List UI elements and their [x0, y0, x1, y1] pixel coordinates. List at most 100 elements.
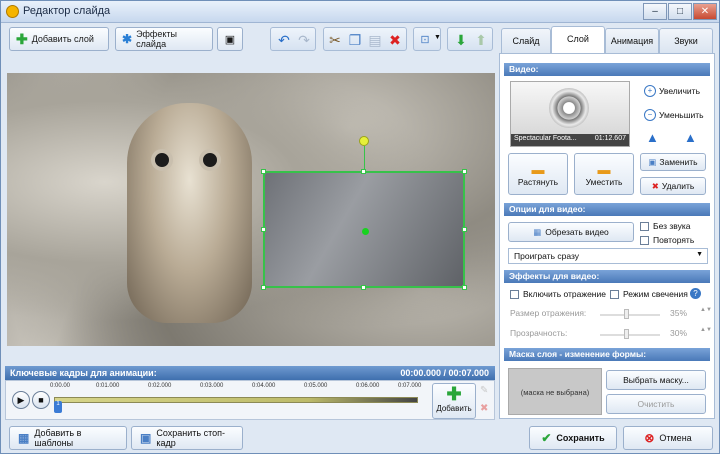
cancel-button[interactable]: ⊗ Отмена	[623, 426, 713, 450]
save-frame-label: Сохранить стоп-кадр	[156, 428, 225, 448]
mask-preview: (маска не выбрана)	[508, 368, 602, 415]
video-section-header: Видео:	[504, 63, 710, 76]
resize-handle-br[interactable]	[462, 285, 467, 290]
video-thumbnail: Spectacular Foota... 01:12.607	[510, 81, 630, 147]
zoom-in-link[interactable]: + Увеличить	[644, 85, 700, 97]
delete-button[interactable]: ✖ Удалить	[640, 177, 706, 195]
delete-keyframe-icon[interactable]: ✖	[480, 403, 488, 414]
maximize-icon[interactable]: □	[668, 3, 692, 20]
resize-handle-tr[interactable]	[462, 169, 467, 174]
clear-mask-button[interactable]: Очистить	[606, 394, 706, 414]
flip-horizontal-icon[interactable]: ▲	[646, 130, 659, 145]
spinner-icon[interactable]: ▲▼	[700, 307, 712, 313]
add-layer-button[interactable]: ✚ Добавить слой	[9, 27, 109, 51]
align-icon[interactable]: ⊡	[416, 31, 434, 49]
play-mode-select[interactable]: Проиграть сразу ▼	[508, 248, 708, 264]
camera-button[interactable]: ▣	[217, 27, 243, 51]
video-duration: 01:12.607	[594, 135, 626, 142]
slide-editor-window: Редактор слайда – □ ✕ ✚ Добавить слой ✱ …	[0, 0, 720, 454]
resize-handle-t[interactable]	[361, 169, 366, 174]
slide-canvas[interactable]	[7, 73, 495, 346]
resize-handle-r[interactable]	[462, 227, 467, 232]
plus-icon: ✚	[446, 384, 462, 404]
transparency-row: Прозрачность: 30% ▲▼	[510, 327, 712, 339]
add-keyframe-button[interactable]: ✚ Добавить	[432, 383, 476, 419]
stretch-icon: ▬	[531, 161, 545, 177]
tab-bar: Слайд Слой Анимация Звуки	[499, 26, 715, 54]
play-icon[interactable]: ▶	[12, 391, 30, 409]
stretch-button[interactable]: ▬ Растянуть	[508, 153, 568, 195]
close-icon[interactable]: ✕	[693, 3, 717, 20]
timeline-track[interactable]	[54, 397, 418, 403]
spinner-icon[interactable]: ▲▼	[700, 327, 712, 333]
stop-icon[interactable]: ■	[32, 391, 50, 409]
title-bar: Редактор слайда – □ ✕	[1, 1, 719, 23]
fit-button[interactable]: ▬ Уместить	[574, 153, 634, 195]
choose-mask-button[interactable]: Выбрать маску...	[606, 370, 706, 390]
center-point[interactable]	[362, 228, 369, 235]
mute-checkbox-box[interactable]	[640, 221, 649, 231]
add-to-templates-button[interactable]: ▦ Добавить в шаблоны	[9, 426, 127, 450]
replace-button[interactable]: ▣ Заменить	[640, 153, 706, 171]
add-to-templates-label: Добавить в шаблоны	[34, 428, 82, 448]
mute-checkbox[interactable]: Без звука	[640, 221, 691, 231]
tab-layer[interactable]: Слой	[551, 26, 605, 54]
zoom-out-link[interactable]: − Уменьшить	[644, 109, 704, 121]
reflection-size-track[interactable]	[600, 314, 660, 316]
delete-icon[interactable]: ✖	[386, 31, 404, 49]
chevron-down-icon: ▼	[696, 251, 703, 258]
reflection-size-label: Размер отражения:	[510, 308, 587, 318]
repeat-checkbox[interactable]: Повторять	[640, 235, 694, 245]
resize-handle-bl[interactable]	[261, 285, 266, 290]
slide-effects-button[interactable]: ✱ Эффекты слайда	[115, 27, 213, 51]
reflection-size-slider[interactable]	[624, 309, 629, 319]
redo-icon[interactable]: ↷	[295, 31, 313, 49]
reflection-size-value: 35%	[670, 308, 688, 318]
keyframes-time: 00:00.000 / 00:07.000	[400, 368, 489, 378]
resize-handle-l[interactable]	[261, 227, 266, 232]
replace-label: Заменить	[659, 157, 698, 167]
trim-video-button[interactable]: ▦ Обрезать видео	[508, 222, 634, 242]
window-controls: – □ ✕	[642, 3, 717, 20]
reflection-size-row: Размер отражения: 35% ▲▼	[510, 307, 712, 319]
reflection-checkbox-box[interactable]	[510, 289, 519, 299]
tab-sounds[interactable]: Звуки	[659, 28, 713, 53]
resize-handle-b[interactable]	[361, 285, 366, 290]
transparency-slider[interactable]	[624, 329, 629, 339]
move-down-icon[interactable]: ⬇	[452, 31, 470, 49]
tick-label: 0:03.000	[200, 383, 224, 389]
minimize-icon[interactable]: –	[643, 3, 667, 20]
move-up-icon[interactable]: ⬆	[472, 31, 490, 49]
cut-icon[interactable]: ✂	[326, 31, 344, 49]
align-group: ⊡ ▼	[413, 27, 441, 51]
rotation-handle[interactable]	[359, 136, 369, 146]
chevron-down-icon[interactable]: ▼	[434, 34, 441, 41]
resize-handle-tl[interactable]	[261, 169, 266, 174]
tick-label: 0:00.00	[50, 383, 71, 389]
replace-icon: ▣	[648, 156, 657, 167]
keyframes-title: Ключевые кадры для анимации:	[10, 368, 157, 378]
repeat-checkbox-box[interactable]	[640, 235, 649, 245]
transparency-track[interactable]	[600, 334, 660, 336]
glow-checkbox-box[interactable]	[610, 289, 619, 299]
save-frame-button[interactable]: ▣ Сохранить стоп-кадр	[131, 426, 243, 450]
tick-label: 0:06.000	[356, 383, 380, 389]
timeline: ▶ ■ 0:00.00 0:01.000 0:02.000 0:03.000 0…	[5, 380, 495, 420]
order-group: ⬇ ⬆	[447, 27, 493, 51]
glow-checkbox[interactable]: Режим свечения	[610, 289, 688, 299]
paste-icon[interactable]: ▤	[366, 31, 384, 49]
reflection-checkbox[interactable]: Включить отражение	[510, 289, 606, 299]
video-caption: Spectacular Foota... 01:12.607	[511, 134, 629, 146]
save-button[interactable]: ✔ Сохранить	[529, 426, 617, 450]
trim-video-label: Обрезать видео	[545, 227, 609, 237]
undo-icon[interactable]: ↶	[275, 31, 293, 49]
video-layer[interactable]	[261, 169, 467, 290]
edit-keyframe-icon[interactable]: ✎	[480, 385, 488, 396]
keyframe-marker[interactable]: 1	[54, 401, 62, 413]
transparency-value: 30%	[670, 328, 688, 338]
copy-icon[interactable]: ❐	[346, 31, 364, 49]
flip-vertical-icon[interactable]: ▲	[684, 130, 697, 145]
tab-animation[interactable]: Анимация	[605, 28, 659, 53]
help-icon[interactable]: ?	[690, 288, 701, 299]
tab-slide[interactable]: Слайд	[501, 28, 551, 53]
